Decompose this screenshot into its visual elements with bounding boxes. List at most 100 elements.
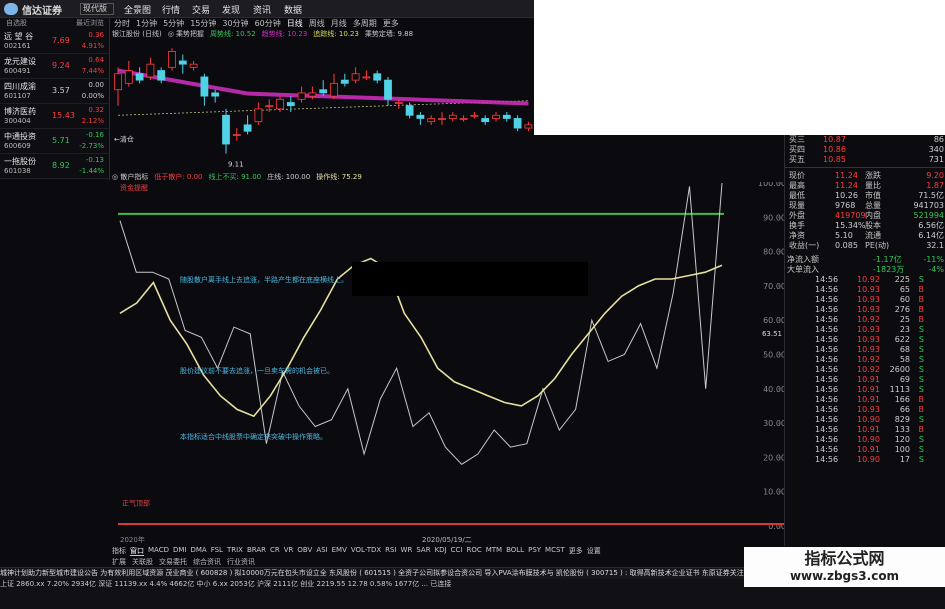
quote-value: 9768 <box>835 201 856 210</box>
indicator-tab[interactable]: BOLL <box>506 546 524 556</box>
indicator-tab[interactable]: WR <box>401 546 413 556</box>
tick-price: 10.91 <box>857 425 880 434</box>
watchlist-row[interactable]: 一拖股份 601038 8.92 -0.13 -1.44% <box>0 155 110 179</box>
menu-panorama[interactable]: 全景图 <box>124 3 151 16</box>
candle-body <box>168 50 176 68</box>
period-tab[interactable]: 1分钟 <box>136 18 157 29</box>
menu-news[interactable]: 资讯 <box>253 3 271 16</box>
period-tab[interactable]: 更多 <box>383 18 399 29</box>
watchlist-row[interactable]: 博济医药 300404 15.43 0.32 2.12% <box>0 105 110 129</box>
y-axis-tick: 40.00 <box>763 385 786 394</box>
watchlist-row[interactable]: 龙元建设 600491 9.24 0.64 7.44% <box>0 55 110 79</box>
sub-tab[interactable]: 关联股 <box>132 557 153 567</box>
kline-chart[interactable]: 9.11 ←清仓 <box>112 40 536 170</box>
tick-volume: 829 <box>894 415 910 424</box>
indicator-tab[interactable]: KDJ <box>435 546 447 556</box>
stock-change: -0.16 <box>85 131 104 139</box>
indicator-tab[interactable]: MCST <box>545 546 565 556</box>
menu-trade[interactable]: 交易 <box>192 3 210 16</box>
indicator-tab[interactable]: 设置 <box>587 546 601 556</box>
tick-side: S <box>918 445 924 454</box>
stock-name: 一拖股份 <box>4 157 36 166</box>
indicator-tab[interactable]: CR <box>270 546 280 556</box>
quote-value: 419709 <box>835 211 866 220</box>
period-tab[interactable]: 5分钟 <box>163 18 184 29</box>
bid-price: 10.87 <box>823 135 846 144</box>
menu-quotes[interactable]: 行情 <box>162 3 180 16</box>
indicator-chart[interactable]: 100.0090.0080.0070.0060.0050.0040.0030.0… <box>112 182 786 544</box>
quote-value: 32.1 <box>926 241 944 250</box>
watchlist-row[interactable]: 远 望 谷 002161 7.69 0.36 4.91% <box>0 30 110 54</box>
watchlist-row[interactable]: 中通投资 600609 5.71 -0.16 -2.73% <box>0 130 110 154</box>
indicator-tab[interactable]: BRAR <box>247 546 266 556</box>
sub-tab[interactable]: 综合资讯 <box>193 557 221 567</box>
indicator-tab[interactable]: MTM <box>486 546 502 556</box>
candle-body <box>157 70 166 81</box>
tick-row: 14:56 10.92 2600 S <box>785 365 945 375</box>
period-tab[interactable]: 分时 <box>114 18 130 29</box>
tick-price: 10.90 <box>857 435 880 444</box>
quote-row: 收益(一) 0.085 PE(动) 32.1 <box>785 241 945 251</box>
indicator-tab[interactable]: CCI <box>451 546 463 556</box>
tick-row: 14:56 10.93 23 S <box>785 325 945 335</box>
candle-body <box>459 118 468 120</box>
indicator-tab[interactable]: EMV <box>332 546 347 556</box>
indicator-tab[interactable]: ROC <box>466 546 481 556</box>
period-tab[interactable]: 月线 <box>331 18 347 29</box>
period-tab[interactable]: 30分钟 <box>222 18 248 29</box>
indicator-tab[interactable]: SAR <box>416 546 430 556</box>
version-select[interactable]: 现代版 <box>80 3 114 15</box>
period-tab[interactable]: 15分钟 <box>190 18 216 29</box>
y-axis-tick: 50.00 <box>763 351 786 360</box>
indicator-tab[interactable]: DMA <box>190 546 206 556</box>
indicator-tab[interactable]: TRIX <box>227 546 243 556</box>
indicator-tab[interactable]: ASI <box>316 546 327 556</box>
period-tab[interactable]: 周线 <box>309 18 325 29</box>
recent-tab[interactable]: 最近浏览 <box>76 18 104 29</box>
tick-volume: 225 <box>894 275 910 284</box>
sub-tab[interactable]: 行业资讯 <box>227 557 255 567</box>
indicator-tab[interactable]: MACD <box>148 546 169 556</box>
candle-body <box>276 98 284 110</box>
indicator-tab[interactable]: OBV <box>297 546 312 556</box>
watchlist-row[interactable]: 四川成渝 601107 3.57 0.00 0.00% <box>0 80 110 104</box>
quote-value: 5.10 <box>835 231 853 240</box>
period-tab[interactable]: 多周期 <box>353 18 377 29</box>
sub-tab[interactable]: 扩展 <box>112 557 126 567</box>
watchlist-sidebar: 自选股 最近浏览 远 望 谷 002161 7.69 0.36 4.91% 龙元建设 600… <box>0 18 110 180</box>
tick-volume: 66 <box>899 405 910 414</box>
tick-row: 14:56 10.91 69 S <box>785 375 945 385</box>
indicator-tab[interactable]: 指标 <box>112 546 126 556</box>
period-tab[interactable]: 日线 <box>287 18 303 29</box>
bid-label: 买四 <box>789 145 805 154</box>
indicator-tab[interactable]: FSL <box>211 546 223 556</box>
period-tab[interactable]: 60分钟 <box>255 18 281 29</box>
candle-body <box>124 70 133 84</box>
indicator-tab[interactable]: 更多 <box>569 546 583 556</box>
candle-body <box>373 73 382 81</box>
indicator-tab[interactable]: PSY <box>528 546 541 556</box>
quote-value: 71.5亿 <box>918 191 944 200</box>
indicator-tab[interactable]: VOL-TDX <box>351 546 381 556</box>
tick-price: 10.93 <box>857 295 880 304</box>
y-axis-tick: 30.00 <box>763 419 786 428</box>
stock-price: 7.69 <box>52 36 70 45</box>
stock-code: 600491 <box>4 67 31 75</box>
tick-price: 10.91 <box>857 445 880 454</box>
sub-tab[interactable]: 交易委托 <box>159 557 187 567</box>
divider <box>785 167 945 168</box>
menu-data[interactable]: 数据 <box>284 3 302 16</box>
quote-label: 收益(一) <box>789 241 820 250</box>
watchlist-tab[interactable]: 自选股 <box>6 18 27 29</box>
stock-change-pct: 0.00% <box>81 92 104 100</box>
indicator-tab[interactable]: VR <box>284 546 294 556</box>
indicator-tab[interactable]: RSI <box>385 546 396 556</box>
menu-discover[interactable]: 发现 <box>222 3 240 16</box>
kline-title: 银江股份 (日线) <box>112 30 162 38</box>
indicator-tab[interactable]: DMI <box>173 546 187 556</box>
tick-price: 10.92 <box>857 275 880 284</box>
flow-value: -1.17亿 <box>873 255 902 264</box>
indicator-tab[interactable]: 窗口 <box>130 546 144 556</box>
indicator-note: 本指标适合中线股票中确定来突破中操作策略。 <box>180 432 327 441</box>
tick-side: B <box>918 315 925 324</box>
